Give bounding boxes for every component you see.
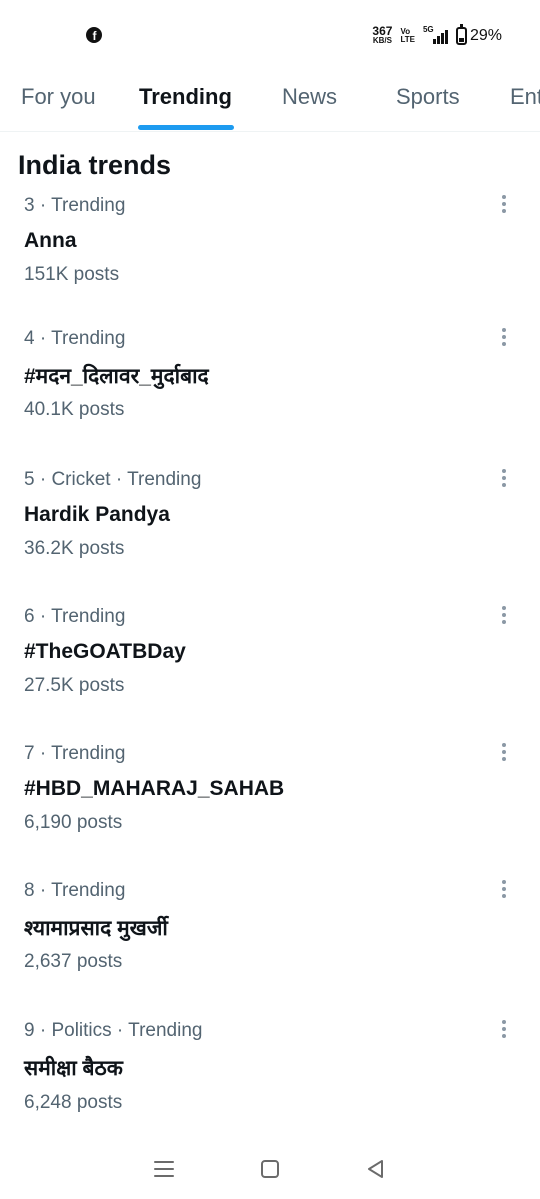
battery-percent: 29% [469,27,502,44]
signal-icon: 5G [422,25,448,44]
trend-item[interactable]: 6 · Trending #TheGOATBDay 27.5K posts [24,606,524,726]
tab-for-you[interactable]: For you [21,84,96,110]
network-speed-unit: KB/S [372,36,392,45]
trend-name: श्यामाप्रसाद मुखर्जी [24,917,168,940]
tab-entertainment[interactable]: Ent [510,84,540,110]
trend-name: #मदन_दिलावर_मुर्दाबाद [24,365,209,388]
trend-item[interactable]: 9 · Politics · Trending समीक्षा बैठक 6,2… [24,1020,524,1140]
home-icon[interactable] [260,1160,279,1178]
status-bar: f 367 KB/S Vo LTE 5G 29% [0,0,540,70]
trend-name: #TheGOATBDay [24,640,186,663]
more-options-icon[interactable] [494,874,514,904]
trend-item[interactable]: 3 · Trending Anna 151K posts [24,195,524,315]
trend-name: Anna [24,229,77,252]
tab-trending[interactable]: Trending [139,84,232,110]
network-speed-value: 367 [372,24,393,38]
trend-meta: 5 · Cricket · Trending [24,469,202,490]
network-speed: 367 KB/S [372,24,393,45]
trend-post-count: 27.5K posts [24,675,125,696]
more-options-icon[interactable] [494,600,514,630]
status-indicators: 367 KB/S Vo LTE 5G 29% [372,24,502,48]
battery-indicator: 29% [455,24,502,45]
more-options-icon[interactable] [494,737,514,767]
trend-post-count: 40.1K posts [24,399,125,420]
trend-meta: 9 · Politics · Trending [24,1020,203,1041]
trend-meta: 6 · Trending [24,606,126,627]
trend-item[interactable]: 5 · Cricket · Trending Hardik Pandya 36.… [24,469,524,589]
battery-icon [455,24,467,45]
section-title: India trends [18,150,172,180]
volte-icon: Vo LTE [400,28,415,44]
volte-bottom: LTE [400,35,415,44]
tab-news[interactable]: News [282,84,337,110]
trend-item[interactable]: 4 · Trending #मदन_दिलावर_मुर्दाबाद 40.1K… [24,328,524,448]
trend-name: समीक्षा बैठक [24,1057,123,1080]
active-tab-indicator [138,125,234,130]
trend-post-count: 151K posts [24,264,120,285]
trend-post-count: 6,248 posts [24,1092,123,1113]
trends-list: 3 · Trending Anna 151K posts 4 · Trendin… [0,190,540,1150]
trend-meta: 8 · Trending [24,880,126,901]
more-options-icon[interactable] [494,1014,514,1044]
tab-bar: For you Trending News Sports Ent [0,70,540,132]
trend-post-count: 6,190 posts [24,812,123,833]
trend-post-count: 36.2K posts [24,538,125,559]
trend-item[interactable]: 7 · Trending #HBD_MAHARAJ_SAHAB 6,190 po… [24,743,524,863]
system-nav-bar [0,1139,540,1199]
trend-name: Hardik Pandya [24,503,170,526]
facebook-icon: f [86,27,102,43]
more-options-icon[interactable] [494,322,514,352]
back-icon[interactable] [366,1159,386,1179]
network-type: 5G [422,25,434,34]
trend-meta: 4 · Trending [24,328,126,349]
trend-item[interactable]: 8 · Trending श्यामाप्रसाद मुखर्जी 2,637 … [24,880,524,1000]
tab-sports[interactable]: Sports [396,84,460,110]
more-options-icon[interactable] [494,190,514,219]
trend-meta: 7 · Trending [24,743,126,764]
trend-post-count: 2,637 posts [24,951,123,972]
trend-meta: 3 · Trending [24,195,126,216]
trend-name: #HBD_MAHARAJ_SAHAB [24,777,285,800]
more-options-icon[interactable] [494,463,514,493]
recent-apps-icon[interactable] [153,1161,174,1177]
